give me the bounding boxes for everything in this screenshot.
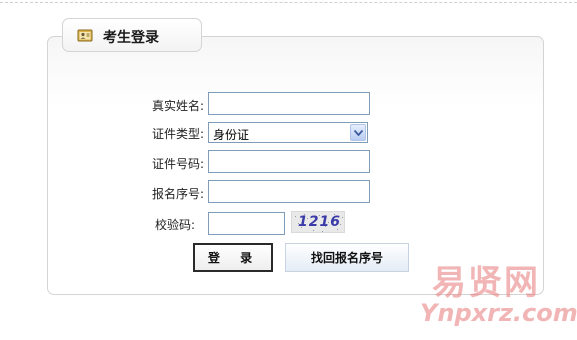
captcha-label: 校验码:: [154, 218, 195, 232]
reg-number-label: 报名序号:: [151, 187, 204, 201]
id-number-label: 证件号码:: [151, 157, 204, 171]
top-dashed-divider: [0, 2, 577, 3]
id-number-input[interactable]: [208, 150, 370, 173]
watermark-en-text: Ynpxrz.com: [420, 299, 577, 327]
find-reg-number-button[interactable]: 找回报名序号: [285, 243, 409, 272]
name-label: 真实姓名:: [151, 99, 204, 113]
chevron-down-icon[interactable]: [350, 124, 366, 141]
login-button[interactable]: 登 录: [193, 243, 273, 272]
id-card-icon: [77, 27, 93, 43]
captcha-image[interactable]: 1216: [291, 211, 345, 233]
name-input[interactable]: [208, 92, 370, 115]
captcha-input[interactable]: [208, 212, 285, 235]
panel-title: 考生登录: [103, 30, 159, 46]
id-type-label: 证件类型:: [151, 127, 204, 141]
watermark-cn-text: 易贤网: [432, 263, 540, 303]
reg-number-input[interactable]: [208, 180, 370, 203]
id-type-selected-value: 身份证: [213, 128, 250, 142]
site-watermark: 易贤网 Ynpxrz.com: [420, 255, 577, 335]
captcha-code: 1216: [298, 214, 341, 230]
id-type-select[interactable]: 身份证: [208, 122, 368, 143]
login-panel-tab: 考生登录: [62, 18, 202, 52]
